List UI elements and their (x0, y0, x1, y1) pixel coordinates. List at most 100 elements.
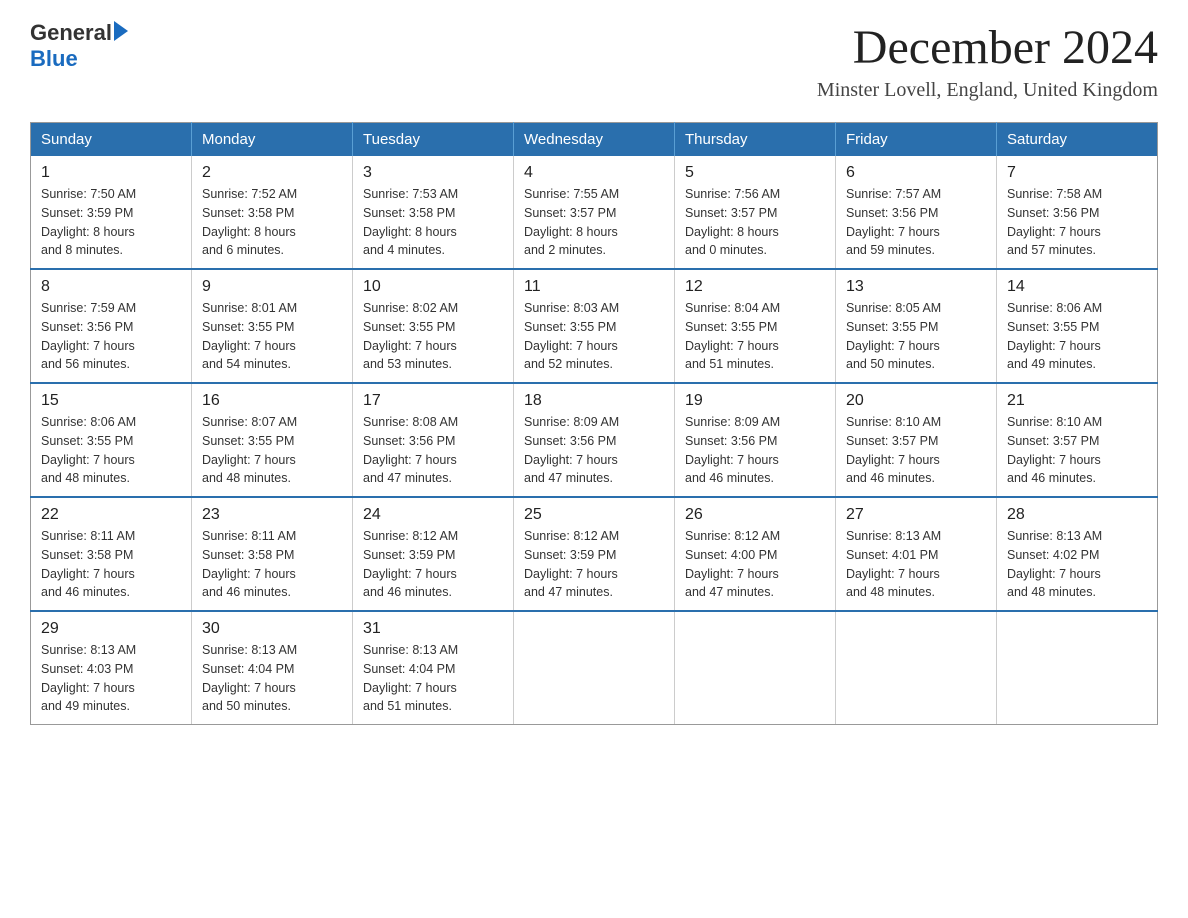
calendar-cell: 16 Sunrise: 8:07 AMSunset: 3:55 PMDaylig… (192, 383, 353, 497)
calendar-week-row: 15 Sunrise: 8:06 AMSunset: 3:55 PMDaylig… (31, 383, 1158, 497)
calendar-table: SundayMondayTuesdayWednesdayThursdayFrid… (30, 122, 1158, 725)
day-number: 21 (1007, 392, 1147, 410)
logo-blue: Blue (30, 46, 128, 72)
calendar-cell: 11 Sunrise: 8:03 AMSunset: 3:55 PMDaylig… (514, 269, 675, 383)
day-number: 26 (685, 506, 825, 524)
calendar-cell (997, 611, 1158, 725)
day-info: Sunrise: 7:58 AMSunset: 3:56 PMDaylight:… (1007, 187, 1102, 257)
day-number: 3 (363, 164, 503, 182)
calendar-cell: 9 Sunrise: 8:01 AMSunset: 3:55 PMDayligh… (192, 269, 353, 383)
calendar-cell: 4 Sunrise: 7:55 AMSunset: 3:57 PMDayligh… (514, 156, 675, 269)
calendar-cell: 31 Sunrise: 8:13 AMSunset: 4:04 PMDaylig… (353, 611, 514, 725)
day-number: 4 (524, 164, 664, 182)
day-number: 17 (363, 392, 503, 410)
day-number: 30 (202, 620, 342, 638)
calendar-cell: 2 Sunrise: 7:52 AMSunset: 3:58 PMDayligh… (192, 156, 353, 269)
calendar-cell: 6 Sunrise: 7:57 AMSunset: 3:56 PMDayligh… (836, 156, 997, 269)
day-number: 8 (41, 278, 181, 296)
day-info: Sunrise: 8:13 AMSunset: 4:03 PMDaylight:… (41, 643, 136, 713)
calendar-cell (675, 611, 836, 725)
day-info: Sunrise: 8:10 AMSunset: 3:57 PMDaylight:… (846, 415, 941, 485)
day-number: 23 (202, 506, 342, 524)
day-info: Sunrise: 8:03 AMSunset: 3:55 PMDaylight:… (524, 301, 619, 371)
day-info: Sunrise: 7:55 AMSunset: 3:57 PMDaylight:… (524, 187, 619, 257)
day-info: Sunrise: 8:06 AMSunset: 3:55 PMDaylight:… (41, 415, 136, 485)
calendar-cell: 23 Sunrise: 8:11 AMSunset: 3:58 PMDaylig… (192, 497, 353, 611)
calendar-cell: 12 Sunrise: 8:04 AMSunset: 3:55 PMDaylig… (675, 269, 836, 383)
day-info: Sunrise: 7:57 AMSunset: 3:56 PMDaylight:… (846, 187, 941, 257)
day-number: 29 (41, 620, 181, 638)
day-info: Sunrise: 8:02 AMSunset: 3:55 PMDaylight:… (363, 301, 458, 371)
calendar-cell (514, 611, 675, 725)
day-number: 25 (524, 506, 664, 524)
day-number: 28 (1007, 506, 1147, 524)
day-info: Sunrise: 7:56 AMSunset: 3:57 PMDaylight:… (685, 187, 780, 257)
day-number: 31 (363, 620, 503, 638)
calendar-cell: 18 Sunrise: 8:09 AMSunset: 3:56 PMDaylig… (514, 383, 675, 497)
day-info: Sunrise: 8:13 AMSunset: 4:04 PMDaylight:… (202, 643, 297, 713)
calendar-cell (836, 611, 997, 725)
calendar-header-row: SundayMondayTuesdayWednesdayThursdayFrid… (31, 123, 1158, 157)
day-number: 9 (202, 278, 342, 296)
day-info: Sunrise: 8:09 AMSunset: 3:56 PMDaylight:… (524, 415, 619, 485)
calendar-cell: 24 Sunrise: 8:12 AMSunset: 3:59 PMDaylig… (353, 497, 514, 611)
day-number: 7 (1007, 164, 1147, 182)
day-info: Sunrise: 8:12 AMSunset: 3:59 PMDaylight:… (363, 529, 458, 599)
day-info: Sunrise: 7:50 AMSunset: 3:59 PMDaylight:… (41, 187, 136, 257)
calendar-cell: 10 Sunrise: 8:02 AMSunset: 3:55 PMDaylig… (353, 269, 514, 383)
month-title: December 2024 (817, 20, 1158, 75)
day-info: Sunrise: 8:13 AMSunset: 4:04 PMDaylight:… (363, 643, 458, 713)
day-info: Sunrise: 8:01 AMSunset: 3:55 PMDaylight:… (202, 301, 297, 371)
day-info: Sunrise: 8:11 AMSunset: 3:58 PMDaylight:… (41, 529, 135, 599)
calendar-cell: 27 Sunrise: 8:13 AMSunset: 4:01 PMDaylig… (836, 497, 997, 611)
day-info: Sunrise: 8:05 AMSunset: 3:55 PMDaylight:… (846, 301, 941, 371)
header-thursday: Thursday (675, 123, 836, 157)
calendar-cell: 7 Sunrise: 7:58 AMSunset: 3:56 PMDayligh… (997, 156, 1158, 269)
day-info: Sunrise: 8:13 AMSunset: 4:02 PMDaylight:… (1007, 529, 1102, 599)
day-info: Sunrise: 8:12 AMSunset: 4:00 PMDaylight:… (685, 529, 780, 599)
day-info: Sunrise: 7:52 AMSunset: 3:58 PMDaylight:… (202, 187, 297, 257)
day-info: Sunrise: 8:13 AMSunset: 4:01 PMDaylight:… (846, 529, 941, 599)
day-info: Sunrise: 8:04 AMSunset: 3:55 PMDaylight:… (685, 301, 780, 371)
calendar-cell: 3 Sunrise: 7:53 AMSunset: 3:58 PMDayligh… (353, 156, 514, 269)
header-monday: Monday (192, 123, 353, 157)
day-number: 11 (524, 278, 664, 296)
calendar-cell: 29 Sunrise: 8:13 AMSunset: 4:03 PMDaylig… (31, 611, 192, 725)
calendar-week-row: 8 Sunrise: 7:59 AMSunset: 3:56 PMDayligh… (31, 269, 1158, 383)
header-sunday: Sunday (31, 123, 192, 157)
calendar-cell: 28 Sunrise: 8:13 AMSunset: 4:02 PMDaylig… (997, 497, 1158, 611)
day-number: 6 (846, 164, 986, 182)
day-number: 15 (41, 392, 181, 410)
day-info: Sunrise: 8:06 AMSunset: 3:55 PMDaylight:… (1007, 301, 1102, 371)
calendar-week-row: 29 Sunrise: 8:13 AMSunset: 4:03 PMDaylig… (31, 611, 1158, 725)
day-info: Sunrise: 7:53 AMSunset: 3:58 PMDaylight:… (363, 187, 458, 257)
calendar-cell: 14 Sunrise: 8:06 AMSunset: 3:55 PMDaylig… (997, 269, 1158, 383)
header-friday: Friday (836, 123, 997, 157)
day-number: 16 (202, 392, 342, 410)
day-info: Sunrise: 8:09 AMSunset: 3:56 PMDaylight:… (685, 415, 780, 485)
day-number: 14 (1007, 278, 1147, 296)
page-header: General Blue December 2024 Minster Lovel… (30, 20, 1158, 102)
calendar-cell: 25 Sunrise: 8:12 AMSunset: 3:59 PMDaylig… (514, 497, 675, 611)
calendar-cell: 15 Sunrise: 8:06 AMSunset: 3:55 PMDaylig… (31, 383, 192, 497)
day-number: 5 (685, 164, 825, 182)
day-number: 19 (685, 392, 825, 410)
calendar-cell: 13 Sunrise: 8:05 AMSunset: 3:55 PMDaylig… (836, 269, 997, 383)
calendar-cell: 26 Sunrise: 8:12 AMSunset: 4:00 PMDaylig… (675, 497, 836, 611)
logo: General Blue (30, 20, 128, 72)
day-number: 2 (202, 164, 342, 182)
day-info: Sunrise: 8:10 AMSunset: 3:57 PMDaylight:… (1007, 415, 1102, 485)
day-number: 10 (363, 278, 503, 296)
calendar-cell: 22 Sunrise: 8:11 AMSunset: 3:58 PMDaylig… (31, 497, 192, 611)
title-area: December 2024 Minster Lovell, England, U… (817, 20, 1158, 102)
calendar-cell: 1 Sunrise: 7:50 AMSunset: 3:59 PMDayligh… (31, 156, 192, 269)
calendar-cell: 21 Sunrise: 8:10 AMSunset: 3:57 PMDaylig… (997, 383, 1158, 497)
day-number: 13 (846, 278, 986, 296)
day-info: Sunrise: 8:12 AMSunset: 3:59 PMDaylight:… (524, 529, 619, 599)
calendar-week-row: 22 Sunrise: 8:11 AMSunset: 3:58 PMDaylig… (31, 497, 1158, 611)
calendar-cell: 17 Sunrise: 8:08 AMSunset: 3:56 PMDaylig… (353, 383, 514, 497)
day-number: 22 (41, 506, 181, 524)
calendar-cell: 30 Sunrise: 8:13 AMSunset: 4:04 PMDaylig… (192, 611, 353, 725)
calendar-cell: 5 Sunrise: 7:56 AMSunset: 3:57 PMDayligh… (675, 156, 836, 269)
calendar-cell: 19 Sunrise: 8:09 AMSunset: 3:56 PMDaylig… (675, 383, 836, 497)
